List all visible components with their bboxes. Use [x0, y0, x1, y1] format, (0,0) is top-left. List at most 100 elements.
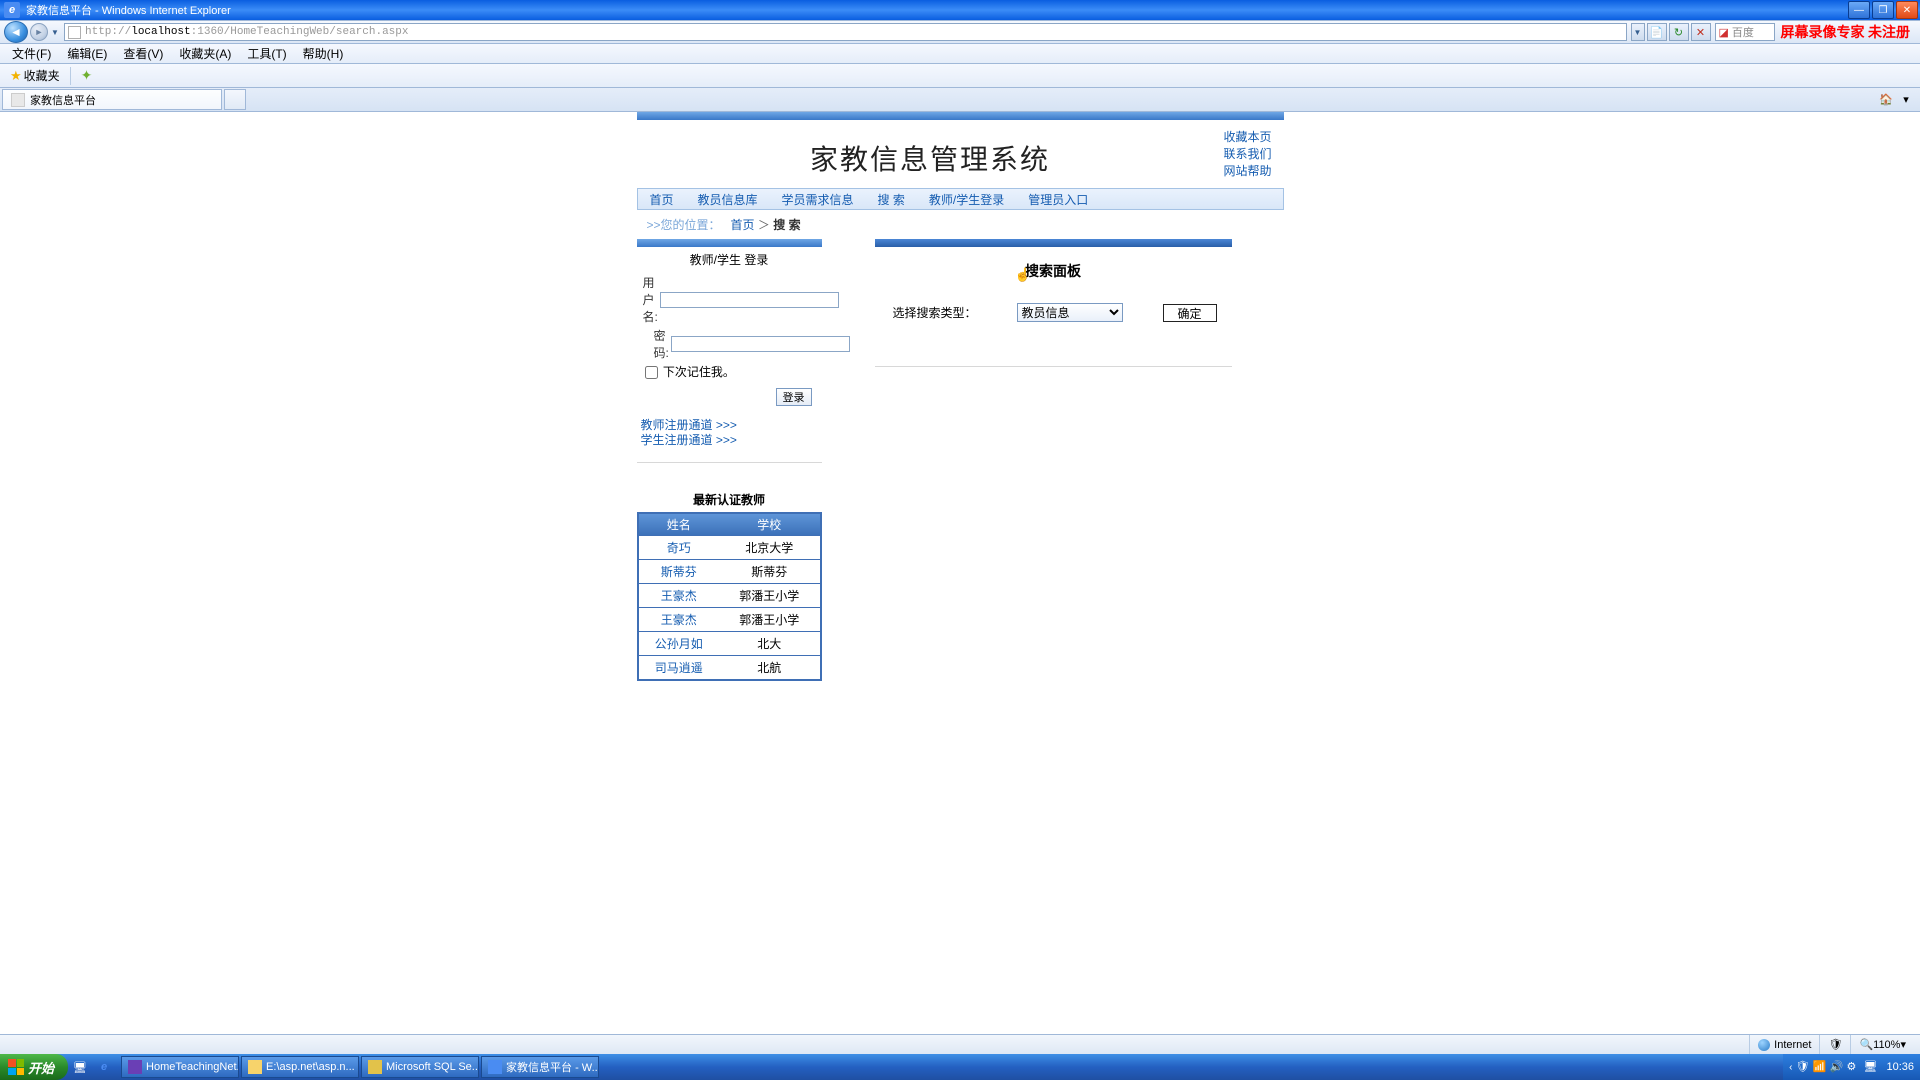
menu-tools[interactable]: 工具(T)	[239, 43, 294, 64]
task-item[interactable]: HomeTeachingNet...	[121, 1056, 239, 1078]
table-row: 王豪杰 郭潘王小学	[638, 584, 821, 608]
nav-admin[interactable]: 管理员入口	[1016, 191, 1100, 208]
quick-launch-ie[interactable]: e	[94, 1057, 114, 1077]
favorites-label: 收藏夹	[24, 67, 60, 84]
login-button[interactable]: 登录	[776, 388, 812, 406]
tray-icon[interactable]: 🔊	[1829, 1060, 1843, 1074]
tray-collapse-icon[interactable]: ‹	[1789, 1062, 1792, 1073]
add-favorite-icon[interactable]: ✦	[81, 67, 93, 84]
url-dropdown[interactable]: ▼	[1631, 23, 1645, 41]
search-box[interactable]: ◪ 百度	[1715, 23, 1775, 41]
status-zone[interactable]: Internet	[1749, 1035, 1819, 1054]
teacher-link[interactable]: 奇巧	[667, 541, 691, 555]
start-button[interactable]: 开始	[0, 1054, 68, 1080]
search-type-label: 选择搜索类型：	[893, 304, 977, 321]
login-accent-bar	[637, 239, 822, 247]
nav-students[interactable]: 学员需求信息	[770, 191, 866, 208]
status-bar: Internet 🛡 🔍 110% ▾	[0, 1034, 1920, 1054]
search-confirm-button[interactable]: 确定	[1163, 304, 1217, 322]
search-panel-title: ☝ 搜索面板	[875, 247, 1232, 303]
ie-icon: e	[4, 2, 20, 18]
remember-checkbox[interactable]	[645, 366, 658, 379]
refresh-button[interactable]: ↻	[1669, 23, 1689, 41]
address-bar[interactable]: http://localhost:1360/HomeTeachingWeb/se…	[64, 23, 1627, 41]
history-dropdown[interactable]: ▼	[50, 28, 60, 37]
remember-label: 下次记住我。	[663, 365, 735, 379]
tray-icon[interactable]: 🖥	[1863, 1060, 1877, 1074]
nav-login[interactable]: 教师/学生登录	[917, 191, 1016, 208]
star-icon: ★	[10, 68, 22, 84]
divider	[875, 366, 1232, 367]
page-header: 家教信息管理系统 收藏本页 联系我们 网站帮助	[637, 120, 1284, 188]
minimize-button[interactable]: —	[1848, 1, 1870, 19]
task-item[interactable]: 家教信息平台 - W...	[481, 1056, 599, 1078]
breadcrumb-home[interactable]: 首页	[731, 218, 755, 232]
zoom-control[interactable]: 🔍 110% ▾	[1850, 1035, 1914, 1054]
clock[interactable]: 10:36	[1886, 1061, 1914, 1073]
breadcrumb-sep: ＞	[758, 218, 770, 232]
teacher-link[interactable]: 公孙月如	[655, 637, 703, 651]
maximize-button[interactable]: ❐	[1872, 1, 1894, 19]
teacher-register-link[interactable]: 教师注册通道 >>>	[641, 418, 822, 433]
search-type-select[interactable]: 教员信息	[1017, 303, 1123, 322]
chevron-down-icon[interactable]: ▾	[1898, 92, 1914, 108]
back-button[interactable]: ◄	[4, 21, 28, 43]
globe-icon	[1758, 1039, 1770, 1051]
tray-icon[interactable]: 🛡	[1795, 1060, 1809, 1074]
search-panel: ☝ 搜索面板 选择搜索类型： 教员信息 确定	[875, 239, 1232, 367]
search-provider: 百度	[1732, 24, 1754, 40]
menu-view[interactable]: 查看(V)	[115, 43, 171, 64]
link-contact[interactable]: 联系我们	[1224, 146, 1284, 163]
teachers-title: 最新认证教师	[637, 487, 822, 512]
window-title: 家教信息平台 - Windows Internet Explorer	[24, 2, 1848, 18]
menu-file[interactable]: 文件(F)	[4, 43, 59, 64]
teacher-link[interactable]: 王豪杰	[661, 613, 697, 627]
password-label: 密码:	[643, 327, 669, 361]
home-button[interactable]: 🏠	[1878, 92, 1894, 108]
teachers-table: 姓名 学校 奇巧北京大学 斯蒂芬斯蒂芬 王豪杰郭潘王小学 王豪杰郭潘王小学 公孙…	[637, 512, 822, 681]
close-button[interactable]: ✕	[1896, 1, 1918, 19]
student-register-link[interactable]: 学生注册通道 >>>	[641, 433, 822, 448]
url-text: http://localhost:1360/HomeTeachingWeb/se…	[85, 26, 408, 38]
link-help[interactable]: 网站帮助	[1224, 163, 1284, 180]
teacher-school: 北京大学	[719, 536, 820, 560]
breadcrumb: >>您的位置： 首页 ＞ 搜 索	[637, 210, 1284, 239]
menu-help[interactable]: 帮助(H)	[295, 43, 352, 64]
teacher-link[interactable]: 司马逍遥	[655, 661, 703, 675]
tray-icon[interactable]: ⚙	[1846, 1060, 1860, 1074]
teacher-school: 郭潘王小学	[719, 584, 820, 608]
compat-button[interactable]: 📄	[1647, 23, 1667, 41]
password-input[interactable]	[671, 336, 850, 352]
top-accent-bar	[637, 112, 1284, 120]
teacher-link[interactable]: 王豪杰	[661, 589, 697, 603]
nav-search[interactable]: 搜 索	[866, 191, 917, 208]
username-input[interactable]	[660, 292, 839, 308]
nav-home[interactable]: 首页	[638, 191, 686, 208]
protected-mode-icon[interactable]: 🛡	[1819, 1035, 1850, 1054]
search-title-text: 搜索面板	[1025, 263, 1081, 279]
tray-icon[interactable]: 📶	[1812, 1060, 1826, 1074]
link-bookmark[interactable]: 收藏本页	[1224, 129, 1284, 146]
tab-active[interactable]: 家教信息平台	[2, 89, 222, 110]
pointer-icon: ☝	[1015, 267, 1031, 283]
favorites-button[interactable]: ★ 收藏夹	[4, 65, 66, 86]
task-item[interactable]: E:\asp.net\asp.n...	[241, 1056, 359, 1078]
forward-button[interactable]: ►	[30, 23, 48, 41]
new-tab-button[interactable]	[224, 89, 246, 110]
task-item[interactable]: Microsoft SQL Se...	[361, 1056, 479, 1078]
teacher-link[interactable]: 斯蒂芬	[661, 565, 697, 579]
menu-favorites[interactable]: 收藏夹(A)	[171, 43, 239, 64]
zoom-text: 110%	[1873, 1039, 1900, 1051]
menu-edit[interactable]: 编辑(E)	[59, 43, 115, 64]
ie-icon	[488, 1060, 502, 1074]
nav-teachers[interactable]: 教员信息库	[686, 191, 770, 208]
tab-page-icon	[11, 93, 25, 107]
recorder-banner: 屏幕录像专家 未注册	[1781, 22, 1911, 42]
sql-icon	[368, 1060, 382, 1074]
col-name: 姓名	[638, 513, 720, 536]
stop-button[interactable]: ✕	[1691, 23, 1711, 41]
table-row: 奇巧 北京大学	[638, 536, 821, 560]
quick-launch-desktop[interactable]: 🖥	[70, 1057, 90, 1077]
divider	[70, 67, 71, 85]
table-row: 公孙月如北大	[638, 632, 821, 656]
